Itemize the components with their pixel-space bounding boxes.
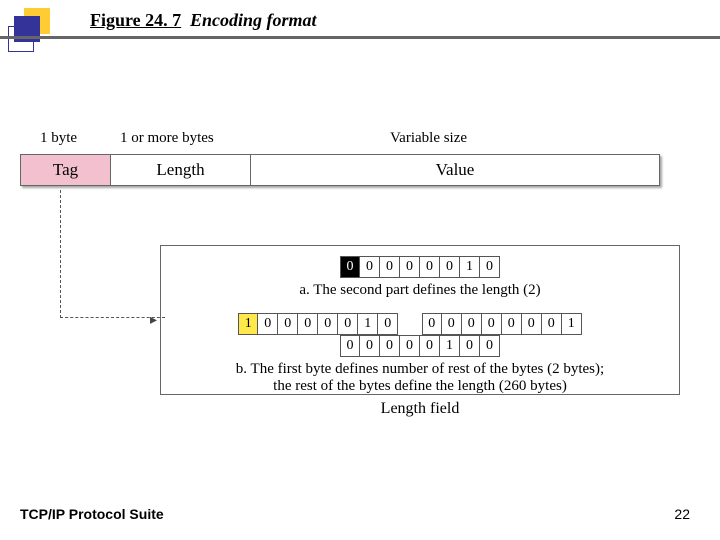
- bit-cell: 0: [480, 256, 500, 278]
- field-tag: Tag: [21, 155, 111, 185]
- bit-cell: 1: [460, 256, 480, 278]
- bit-cell: 1: [440, 335, 460, 357]
- bits-b2: 00000001: [422, 313, 582, 335]
- field-value: Value: [251, 155, 659, 185]
- col-size-tag: 1 byte: [40, 130, 77, 147]
- figure-title: Encoding format: [190, 10, 317, 31]
- bit-cell: 0: [460, 335, 480, 357]
- example-b: 10000010 00000001 00000100 b. The first …: [161, 313, 679, 395]
- bit-cell: 0: [462, 313, 482, 335]
- length-field-panel: 00000010 a. The second part defines the …: [160, 245, 680, 395]
- bit-cell: 0: [340, 256, 360, 278]
- field-length: Length: [111, 155, 251, 185]
- bit-cell: 0: [318, 313, 338, 335]
- caption-b: b. The first byte defines number of rest…: [161, 361, 679, 395]
- bit-cell: 0: [522, 313, 542, 335]
- footer-title: TCP/IP Protocol Suite: [20, 506, 164, 522]
- col-size-value: Variable size: [390, 130, 467, 147]
- bit-cell: 0: [378, 313, 398, 335]
- page-number: 22: [674, 506, 690, 522]
- example-a: 00000010 a. The second part defines the …: [161, 256, 679, 299]
- bit-cell: 0: [258, 313, 278, 335]
- bit-cell: 0: [338, 313, 358, 335]
- bit-cell: 0: [442, 313, 462, 335]
- bits-b3: 00000100: [340, 335, 500, 357]
- col-size-length: 1 or more bytes: [120, 130, 214, 147]
- header-rule: [0, 36, 720, 39]
- bit-cell: 0: [422, 313, 442, 335]
- bit-cell: 1: [562, 313, 582, 335]
- bit-cell: 0: [542, 313, 562, 335]
- bit-cell: 1: [238, 313, 258, 335]
- bits-a: 00000010: [340, 256, 500, 278]
- bit-cell: 0: [420, 256, 440, 278]
- arrowhead-icon: ▸: [150, 312, 157, 329]
- bit-cell: 1: [358, 313, 378, 335]
- bit-cell: 0: [380, 256, 400, 278]
- bit-cell: 0: [278, 313, 298, 335]
- bit-cell: 0: [420, 335, 440, 357]
- figure-label: Figure 24. 7: [90, 10, 181, 31]
- bit-cell: 0: [340, 335, 360, 357]
- bit-cell: 0: [360, 256, 380, 278]
- caption-a: a. The second part defines the length (2…: [161, 282, 679, 299]
- length-field-caption: Length field: [160, 400, 680, 418]
- bit-cell: 0: [440, 256, 460, 278]
- tlv-diagram: 1 byte 1 or more bytes Variable size Tag…: [20, 130, 680, 186]
- bit-cell: 0: [480, 335, 500, 357]
- bit-cell: 0: [380, 335, 400, 357]
- bit-cell: 0: [400, 335, 420, 357]
- bit-cell: 0: [298, 313, 318, 335]
- bit-cell: 0: [482, 313, 502, 335]
- dashed-connector: [60, 190, 165, 318]
- bit-cell: 0: [502, 313, 522, 335]
- bits-b1: 10000010: [238, 313, 398, 335]
- tlv-row: Tag Length Value: [20, 154, 660, 186]
- bit-cell: 0: [360, 335, 380, 357]
- bit-cell: 0: [400, 256, 420, 278]
